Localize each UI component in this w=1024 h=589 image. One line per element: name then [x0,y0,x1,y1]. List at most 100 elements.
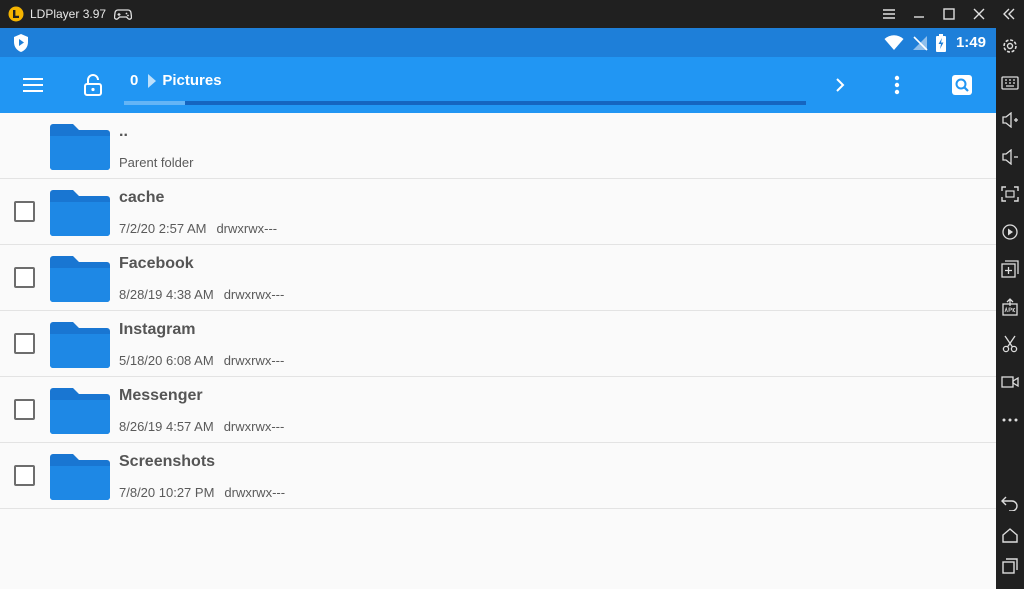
android-screen: 1:49 0 Pictures .. Parent folder cache 7… [0,28,996,589]
breadcrumb-current[interactable]: Pictures [162,72,221,89]
folder-date: 7/8/20 10:27 PM [119,485,215,500]
folder-date: 7/2/20 2:57 AM [119,221,207,236]
breadcrumb-root[interactable]: 0 [130,72,138,89]
volume-up-button[interactable] [998,108,1022,132]
select-checkbox[interactable] [14,201,35,222]
file-list-item[interactable]: Messenger 8/26/19 4:57 AM drwxrwx--- [0,377,996,443]
select-checkbox[interactable] [14,465,35,486]
folder-permissions: drwxrwx--- [223,353,285,368]
search-button[interactable] [947,70,977,100]
folder-meta: 8/28/19 4:38 AM drwxrwx--- [119,287,284,302]
video-record-button[interactable] [998,370,1022,394]
close-icon [973,8,985,20]
volume-up-icon [1002,112,1018,128]
fullscreen-button[interactable] [998,182,1022,206]
folder-meta: 8/26/19 4:57 AM drwxrwx--- [119,419,284,434]
screenshot-button[interactable] [998,332,1022,356]
search-icon [952,75,972,95]
drawer-button[interactable] [18,70,48,100]
folder-permissions: drwxrwx--- [216,221,278,236]
status-clock: 1:49 [955,34,986,51]
collapse-sidebar-button[interactable] [994,0,1024,28]
overflow-menu-button[interactable] [882,70,912,100]
parent-folder-item[interactable]: .. Parent folder [0,113,996,179]
minimize-icon [914,16,924,18]
minimize-button[interactable] [904,0,934,28]
recent-apps-button[interactable] [998,554,1022,578]
home-button[interactable] [998,523,1022,547]
file-list-item[interactable]: Instagram 5/18/20 6:08 AM drwxrwx--- [0,311,996,377]
battery-charging-icon [935,33,946,52]
folder-name: Instagram [119,321,196,338]
lock-button[interactable] [78,70,108,100]
emulator-window: LDPlayer 3.97 1:49 0 Pictures .. Parent … [0,0,1024,589]
file-list: .. Parent folder cache 7/2/20 2:57 AM drwx… [0,113,996,509]
unlock-icon [84,74,102,96]
select-checkbox[interactable] [14,267,35,288]
folder-permissions: drwxrwx--- [223,419,285,434]
folder-icon [50,454,110,500]
folder-date: 8/26/19 4:57 AM [119,419,214,434]
add-window-icon [1001,260,1019,278]
folder-meta: 7/2/20 2:57 AM drwxrwx--- [119,221,277,236]
forward-button[interactable] [825,70,855,100]
volume-down-icon [1002,149,1018,165]
maximize-button[interactable] [934,0,964,28]
double-chevron-left-icon [1003,8,1015,20]
file-list-item[interactable]: Screenshots 7/8/20 10:27 PM drwxrwx--- [0,443,996,509]
volume-down-button[interactable] [998,145,1022,169]
folder-date: 5/18/20 6:08 AM [119,353,214,368]
folder-name: Screenshots [119,453,216,470]
apk-icon [1002,298,1018,316]
folder-icon [50,322,110,368]
scissors-icon [1002,335,1018,353]
install-apk-button[interactable] [998,295,1022,319]
file-list-item[interactable]: cache 7/2/20 2:57 AM drwxrwx--- [0,179,996,245]
gamepad-icon[interactable] [114,7,133,21]
hamburger-menu-icon [23,78,43,92]
multi-instance-button[interactable] [998,257,1022,281]
breadcrumb: 0 Pictures [130,72,222,89]
folder-permissions: drwxrwx--- [224,485,286,500]
folder-meta: 7/8/20 10:27 PM drwxrwx--- [119,485,285,500]
folder-icon [50,124,110,170]
back-arrow-icon [1001,496,1018,511]
file-list-item[interactable]: Facebook 8/28/19 4:38 AM drwxrwx--- [0,245,996,311]
keyboard-icon [1001,76,1019,90]
chevron-right-icon [836,78,845,92]
wifi-icon [884,34,904,50]
ldplayer-logo-icon [8,6,24,22]
keyboard-button[interactable] [998,71,1022,95]
folder-date: 8/28/19 4:38 AM [119,287,214,302]
app-toolbar: 0 Pictures [0,57,996,113]
more-vert-icon [894,75,900,95]
status-bar: 1:49 [0,28,996,57]
folder-icon [50,256,110,302]
maximize-icon [943,8,955,20]
breadcrumb-scrollbar[interactable] [124,101,806,105]
close-button[interactable] [964,0,994,28]
operation-record-button[interactable] [998,220,1022,244]
video-camera-icon [1001,376,1019,388]
folder-name: Messenger [119,387,203,404]
window-title: LDPlayer 3.97 [30,7,107,21]
recent-apps-icon [1002,558,1018,574]
more-horiz-icon [1002,418,1018,422]
hamburger-icon [883,9,895,19]
shield-icon [14,34,28,52]
play-circle-icon [1002,224,1018,240]
back-button[interactable] [998,491,1022,515]
no-signal-icon [912,35,928,51]
breadcrumb-scroll-thumb[interactable] [124,101,186,105]
settings-button[interactable] [998,34,1022,58]
parent-folder-name: .. [119,123,128,140]
menu-button[interactable] [874,0,904,28]
gear-icon [1003,39,1017,53]
folder-icon [50,190,110,236]
folder-permissions: drwxrwx--- [223,287,285,302]
fullscreen-icon [1001,186,1019,202]
folder-name: Facebook [119,255,194,272]
more-tools-button[interactable] [998,408,1022,432]
select-checkbox[interactable] [14,399,35,420]
select-checkbox[interactable] [14,333,35,354]
